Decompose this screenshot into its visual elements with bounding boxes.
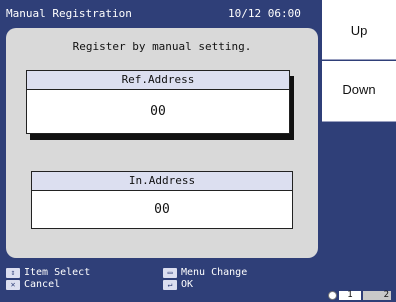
in-address-value: 00	[154, 202, 170, 217]
date-time: 10/12 06:00	[228, 7, 301, 20]
cancel-hint: ✕ Cancel	[6, 279, 60, 290]
item-select-label: Item Select	[24, 267, 91, 278]
menu-change-hint: ▭ Menu Change	[163, 267, 247, 278]
up-button[interactable]: Up	[322, 0, 396, 60]
in-address-label: In.Address	[32, 172, 292, 191]
panel-subtitle: Register by manual setting.	[72, 40, 252, 53]
page-1[interactable]: 1	[339, 290, 361, 300]
menu-change-icon: ▭	[163, 267, 177, 278]
ok-hint: ↵ OK	[163, 279, 193, 290]
cancel-icon: ✕	[6, 279, 20, 290]
menu-change-label: Menu Change	[181, 267, 248, 278]
ref-address-value: 00	[150, 104, 166, 119]
enter-icon: ↵	[163, 279, 177, 290]
page-2[interactable]: 2	[363, 290, 391, 300]
window-title: Manual Registration	[6, 7, 132, 20]
ok-label: OK	[181, 279, 194, 290]
registration-panel: Register by manual setting. Ref.Address …	[6, 28, 318, 258]
title-bar: Manual Registration 10/12 06:00	[0, 0, 318, 26]
screen: Manual Registration 10/12 06:00 Register…	[0, 0, 396, 302]
in-address-field[interactable]: In.Address 00	[31, 171, 293, 229]
page-dot-icon	[328, 290, 337, 300]
item-select-hint: ⇕ Item Select	[6, 267, 90, 278]
ref-address-field[interactable]: Ref.Address 00	[26, 70, 290, 134]
down-button[interactable]: Down	[322, 61, 396, 122]
up-down-arrow-icon: ⇕	[6, 267, 20, 278]
ref-address-label: Ref.Address	[27, 71, 289, 90]
page-indicator: 1 2	[328, 290, 394, 300]
cancel-label: Cancel	[24, 279, 61, 290]
